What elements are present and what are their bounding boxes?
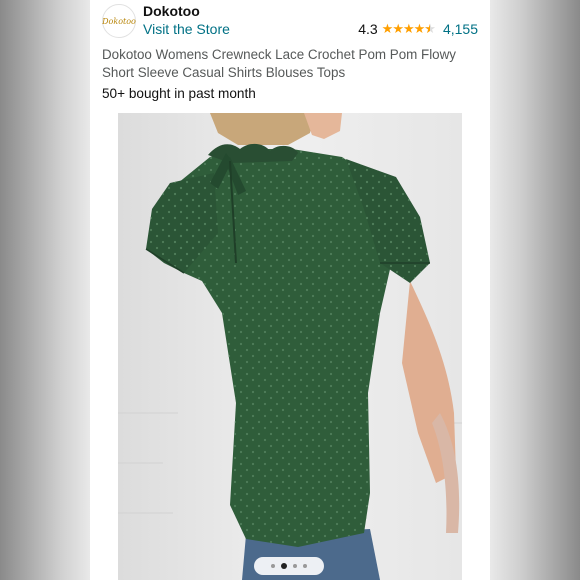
gallery-dot[interactable] — [303, 564, 307, 568]
product-photo[interactable] — [118, 113, 462, 580]
store-logo-text: Dokotoo — [102, 16, 136, 26]
gallery-dot-active[interactable] — [281, 563, 287, 569]
visit-store-link[interactable]: Visit the Store — [143, 21, 230, 37]
product-image-gallery[interactable] — [90, 113, 490, 580]
rating-value: 4.3 — [358, 21, 378, 37]
product-header: Dokotoo Dokotoo Visit the Store 4.3 ★★★★… — [90, 0, 490, 112]
star-rating-icon: ★★★★★ — [382, 21, 436, 37]
bought-count: 50+ bought in past month — [102, 86, 256, 101]
rating-count-link[interactable]: 4,155 — [443, 21, 478, 37]
store-logo[interactable]: Dokotoo — [102, 4, 136, 38]
product-title[interactable]: Dokotoo Womens Crewneck Lace Crochet Pom… — [102, 46, 477, 82]
gallery-pagination[interactable] — [254, 557, 324, 575]
rating-summary[interactable]: 4.3 ★★★★★ 4,155 — [358, 21, 478, 37]
store-name[interactable]: Dokotoo — [143, 3, 200, 19]
gallery-dot[interactable] — [271, 564, 275, 568]
gallery-dot[interactable] — [293, 564, 297, 568]
product-panel: Dokotoo Dokotoo Visit the Store 4.3 ★★★★… — [90, 0, 490, 580]
